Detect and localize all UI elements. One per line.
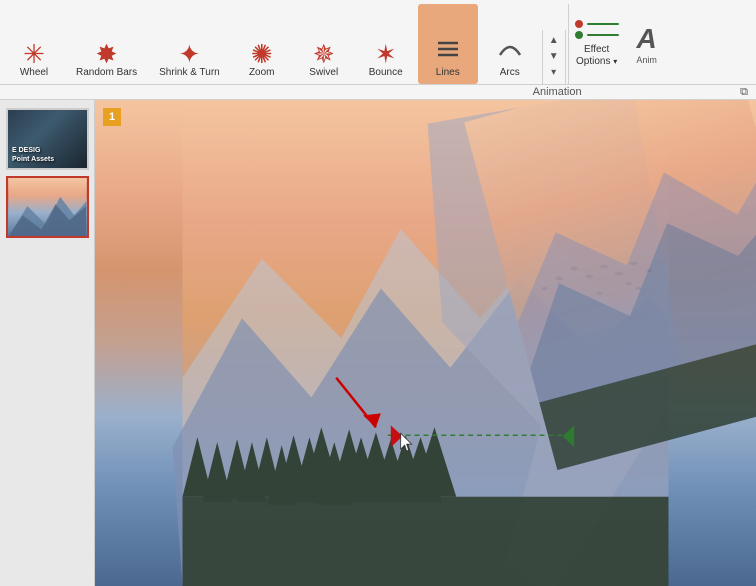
scroll-up-button[interactable]: ▲	[545, 34, 563, 48]
scroll-more-button[interactable]: ▾	[545, 66, 563, 80]
shrink-turn-label: Shrink & Turn	[159, 67, 220, 78]
ribbon-item-wheel[interactable]: ✳ Wheel	[4, 4, 64, 84]
slide-1-title-line2: Point Assets	[12, 156, 54, 164]
dropdown-arrow-icon: ▾	[613, 57, 617, 66]
swivel-icon: ✵	[313, 41, 335, 67]
ribbon-item-shrink-turn[interactable]: ✦ Shrink & Turn	[149, 4, 230, 84]
wheel-icon: ✳	[23, 41, 45, 67]
main-area: E DESIG Point Assets	[0, 100, 756, 586]
effect-options-group: EffectOptions ▾	[568, 4, 625, 84]
slide-canvas	[95, 100, 756, 586]
green-dot	[575, 31, 583, 39]
arcs-label: Arcs	[500, 67, 520, 78]
lines-icon	[434, 35, 462, 67]
scroll-down-button[interactable]: ▼	[545, 50, 563, 64]
effect-options-icon	[575, 20, 619, 39]
effect-icon-row2	[575, 31, 619, 39]
zoom-label: Zoom	[249, 67, 275, 78]
ribbon-item-lines[interactable]: Lines	[418, 4, 478, 84]
swivel-label: Swivel	[309, 67, 338, 78]
ribbon-item-arcs[interactable]: Arcs	[480, 4, 540, 84]
ribbon-scroll: ▲ ▼ ▾	[542, 30, 566, 84]
ribbon: ✳ Wheel ✸ Random Bars ✦ Shrink & Turn ✺ …	[0, 0, 756, 100]
animation-a-icon: A	[637, 23, 657, 55]
ribbon-item-swivel[interactable]: ✵ Swivel	[294, 4, 354, 84]
bounce-label: Bounce	[369, 67, 403, 78]
slide-1-title-line1: E DESIG	[12, 147, 54, 155]
slide-thumbnail-1[interactable]: E DESIG Point Assets	[6, 108, 89, 170]
random-bars-icon: ✸	[96, 41, 118, 67]
animation-section-label: Animation	[374, 86, 740, 98]
effect-options-label: EffectOptions ▾	[576, 44, 617, 68]
bounce-icon: ✶	[375, 41, 397, 67]
effect-icon-row1	[575, 20, 619, 28]
slide-1-text: E DESIG Point Assets	[12, 147, 54, 164]
animation-a-label: Anim	[636, 55, 657, 65]
effect-options-button[interactable]: EffectOptions ▾	[575, 4, 619, 84]
slides-panel: E DESIG Point Assets	[0, 100, 95, 586]
ribbon-expand-icon[interactable]: ⧉	[740, 86, 748, 99]
arcs-icon	[496, 35, 524, 67]
green-line-2	[587, 34, 619, 36]
slide-thumbnail-2[interactable]	[6, 176, 89, 238]
animation-button[interactable]: A Anim	[627, 4, 667, 84]
shrink-turn-icon: ✦	[179, 41, 201, 67]
ribbon-label-bar: Animation ⧉	[0, 84, 756, 99]
ribbon-item-random-bars[interactable]: ✸ Random Bars	[66, 4, 147, 84]
ribbon-items: ✳ Wheel ✸ Random Bars ✦ Shrink & Turn ✺ …	[0, 0, 756, 84]
slide-number-badge: 1	[103, 108, 121, 126]
red-dot	[575, 20, 583, 28]
slide-2-mountains-svg	[8, 178, 87, 236]
zoom-icon: ✺	[251, 41, 273, 67]
green-line-1	[587, 23, 619, 25]
wheel-label: Wheel	[20, 67, 48, 78]
lines-label: Lines	[436, 67, 460, 78]
random-bars-label: Random Bars	[76, 67, 137, 78]
ribbon-item-zoom[interactable]: ✺ Zoom	[232, 4, 292, 84]
ribbon-item-bounce[interactable]: ✶ Bounce	[356, 4, 416, 84]
canvas-area: 1	[95, 100, 756, 586]
